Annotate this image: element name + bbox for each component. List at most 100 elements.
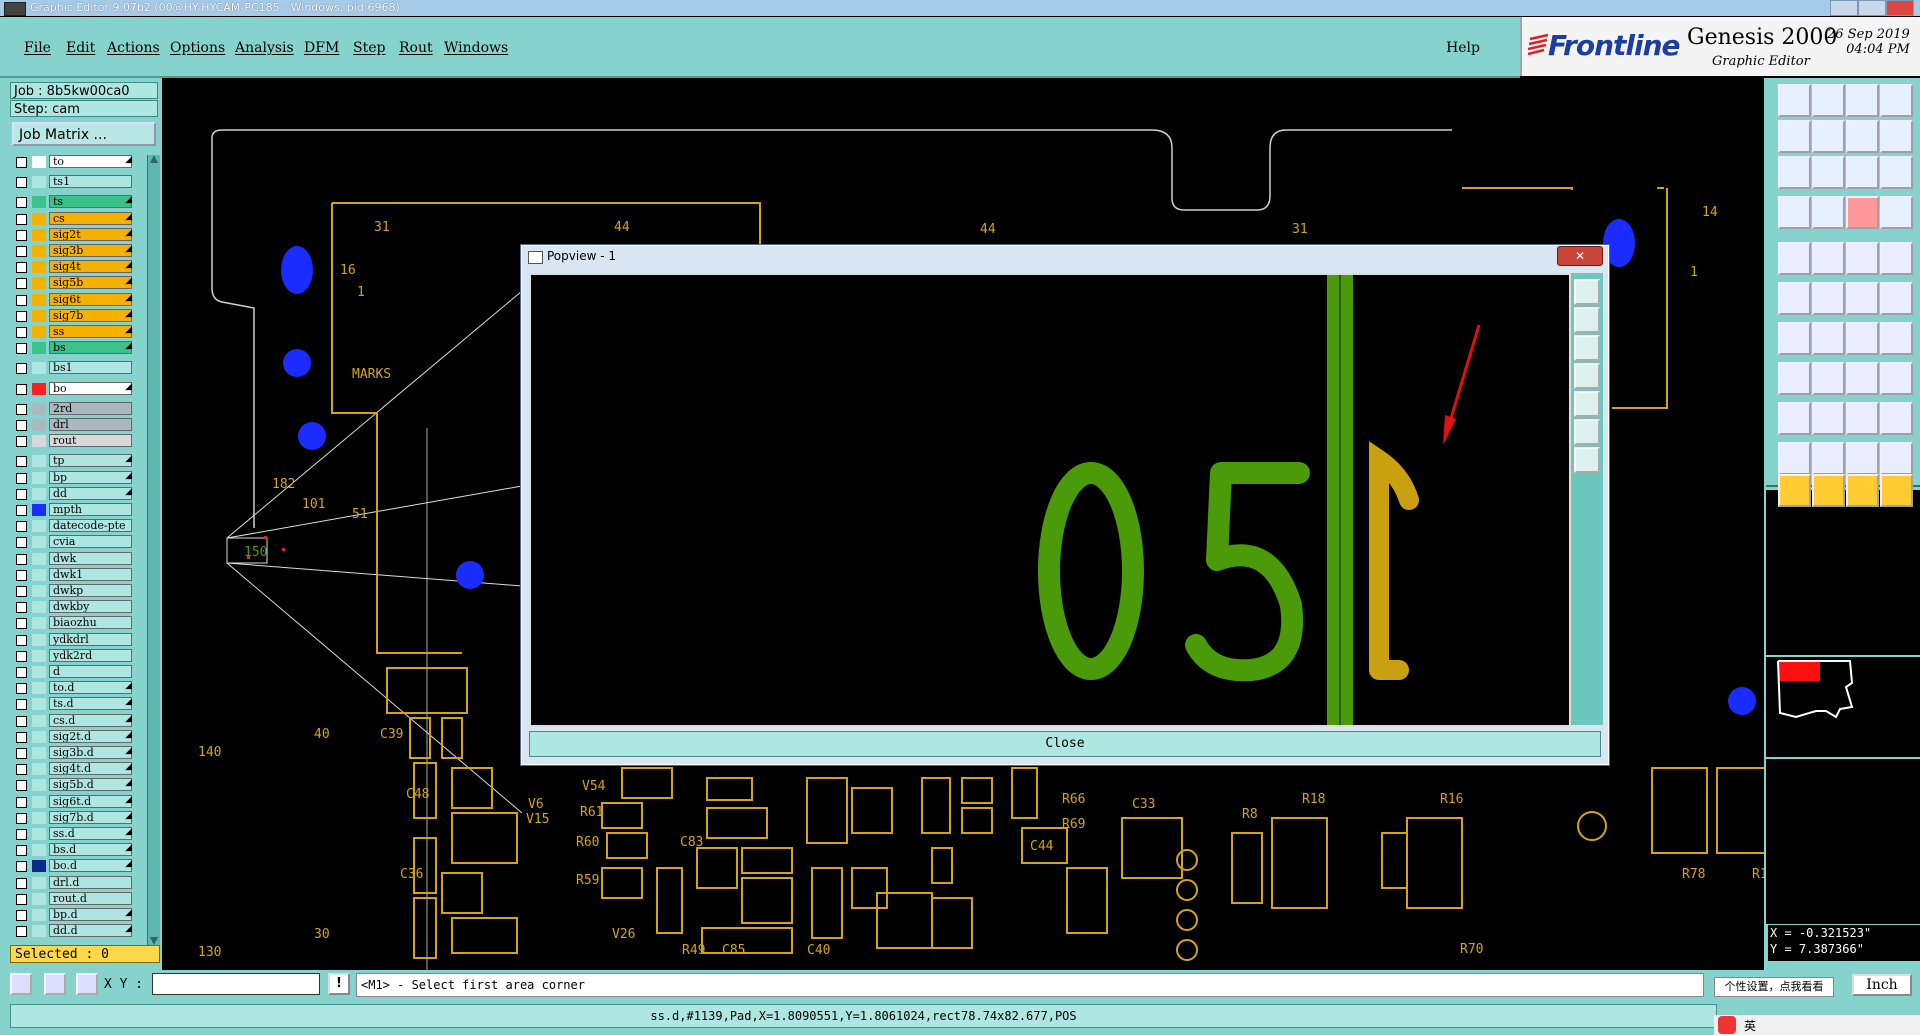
layer-checkbox[interactable] <box>16 618 27 630</box>
layer-name[interactable]: sig6t <box>49 292 132 306</box>
slant-icon[interactable] <box>1812 322 1845 355</box>
zoom-out-icon[interactable] <box>1846 84 1879 117</box>
step-home-icon[interactable] <box>1778 84 1811 117</box>
layer-arrow-icon[interactable]: ◢ <box>125 811 132 821</box>
layer-row[interactable]: rout.d <box>12 891 136 906</box>
layer-row[interactable]: dd ◢ <box>12 486 136 501</box>
help-icon[interactable] <box>1880 156 1913 189</box>
layer-row[interactable]: sig6t.d ◢ <box>12 794 136 809</box>
layer-name[interactable]: bs <box>49 341 132 355</box>
layer-checkbox[interactable] <box>16 488 27 500</box>
layer-name[interactable]: dwk <box>49 551 132 565</box>
layer-checkbox[interactable] <box>16 650 27 662</box>
layer-name[interactable]: cs.d <box>49 713 132 727</box>
grid-icon[interactable] <box>76 973 98 995</box>
layer-checkbox[interactable] <box>16 403 27 415</box>
layer-row[interactable]: cvia <box>12 535 136 549</box>
layer-row[interactable]: bo ◢ <box>12 381 136 396</box>
layer-color-swatch[interactable] <box>32 176 46 189</box>
cross-icon[interactable] <box>1812 282 1845 315</box>
menu-edit[interactable]: Edit <box>66 40 95 56</box>
layer-checkbox[interactable] <box>16 715 27 727</box>
layer-row[interactable]: bp ◢ <box>12 470 136 485</box>
layer-arrow-icon[interactable]: ◢ <box>125 924 132 934</box>
layer-name[interactable]: tp <box>49 454 132 468</box>
layer-color-swatch[interactable] <box>32 277 46 290</box>
menu-analysis[interactable]: Analysis <box>235 40 294 56</box>
layer-name[interactable]: sig3b.d <box>49 746 132 759</box>
layer-color-swatch[interactable] <box>32 763 46 776</box>
layer-checkbox[interactable] <box>16 586 27 597</box>
layer-name[interactable]: drl <box>49 418 132 431</box>
layer-color-swatch[interactable] <box>32 860 46 873</box>
layer-checkbox[interactable] <box>16 877 27 889</box>
xy-input[interactable] <box>152 973 320 995</box>
layer-arrow-icon[interactable]: ◢ <box>125 795 132 805</box>
layer-arrow-icon[interactable]: ◢ <box>125 454 132 464</box>
layer-name[interactable]: ts.d <box>49 697 132 711</box>
layer-name[interactable]: bp <box>49 470 132 484</box>
layer-arrow-icon[interactable]: ◢ <box>125 859 132 869</box>
one-to-one-icon[interactable] <box>1846 156 1879 189</box>
info-icon[interactable]: ! <box>328 973 350 995</box>
layer-checkbox[interactable] <box>16 262 27 274</box>
layer-checkbox[interactable] <box>16 667 27 678</box>
layer-row[interactable]: to ◢ <box>12 155 136 169</box>
sogou-icon[interactable] <box>1718 1016 1736 1034</box>
cut-icon[interactable] <box>1778 362 1811 395</box>
close-window-button[interactable] <box>1886 0 1914 16</box>
layer-checkbox[interactable] <box>16 699 27 711</box>
layer-name[interactable]: ts1 <box>49 175 132 189</box>
layer-arrow-icon[interactable]: ◢ <box>125 195 132 205</box>
line-icon[interactable] <box>1778 322 1811 355</box>
layer-name[interactable]: sig5b <box>49 276 132 290</box>
menu-options[interactable]: Options <box>170 40 225 56</box>
layer-name[interactable]: to <box>49 155 132 168</box>
layer-row[interactable]: tp ◢ <box>12 454 136 468</box>
layer-color-swatch[interactable] <box>32 455 46 468</box>
layer-color-swatch[interactable] <box>32 666 46 678</box>
net-icon[interactable] <box>1846 196 1879 229</box>
layer-color-swatch[interactable] <box>32 568 46 581</box>
menu-file[interactable]: File <box>24 40 51 56</box>
layer-name[interactable]: d <box>49 665 132 678</box>
center-icon[interactable] <box>1778 156 1811 189</box>
menu-dfm[interactable]: DFM <box>304 40 339 56</box>
layer-color-swatch[interactable] <box>32 156 46 168</box>
layer-color-swatch[interactable] <box>32 342 46 355</box>
layer-name[interactable]: bo <box>49 381 132 395</box>
ime-lang[interactable]: 英 <box>1744 1017 1756 1034</box>
layer-name[interactable]: ydkdrl <box>49 632 132 646</box>
layer-checkbox[interactable] <box>16 456 27 468</box>
layer-name[interactable]: sig4t.d <box>49 762 132 776</box>
popview-zoom-out-icon[interactable] <box>1574 335 1600 361</box>
layer-name[interactable]: dd.d <box>49 924 132 938</box>
layer-color-swatch[interactable] <box>32 892 46 905</box>
layer-color-swatch[interactable] <box>32 714 46 727</box>
layer-name[interactable]: biaozhu <box>49 616 132 630</box>
pan-right-icon[interactable] <box>1812 120 1845 153</box>
layer-arrow-icon[interactable]: ◢ <box>125 155 132 165</box>
zoom-home-icon[interactable] <box>1880 84 1913 117</box>
layer-row[interactable]: drl <box>12 418 136 432</box>
minimize-button[interactable] <box>1830 0 1858 16</box>
layer-row[interactable]: rout <box>12 434 136 448</box>
layer-row[interactable]: sig6t ◢ <box>12 292 136 307</box>
layer-name[interactable]: ts <box>49 195 132 209</box>
layer-name[interactable]: sig5b.d <box>49 778 132 792</box>
layer-arrow-icon[interactable]: ◢ <box>125 228 132 238</box>
layer-color-swatch[interactable] <box>32 362 46 375</box>
delete-icon[interactable] <box>1812 242 1845 275</box>
layer-row[interactable]: bs.d ◢ <box>12 843 136 857</box>
layer-row[interactable]: sig7b ◢ <box>12 308 136 323</box>
layer-checkbox[interactable] <box>16 602 27 614</box>
layer-row[interactable]: d <box>12 665 136 679</box>
layer-name[interactable]: dwk1 <box>49 567 132 581</box>
layer-row[interactable]: 2rd <box>12 401 136 416</box>
zoom-in-icon[interactable] <box>1812 84 1845 117</box>
layer-checkbox[interactable] <box>16 310 27 322</box>
layer-name[interactable]: rout <box>49 434 132 448</box>
layer-checkbox[interactable] <box>16 472 27 484</box>
layer-checkbox[interactable] <box>16 537 27 549</box>
layer-color-swatch[interactable] <box>32 487 46 500</box>
